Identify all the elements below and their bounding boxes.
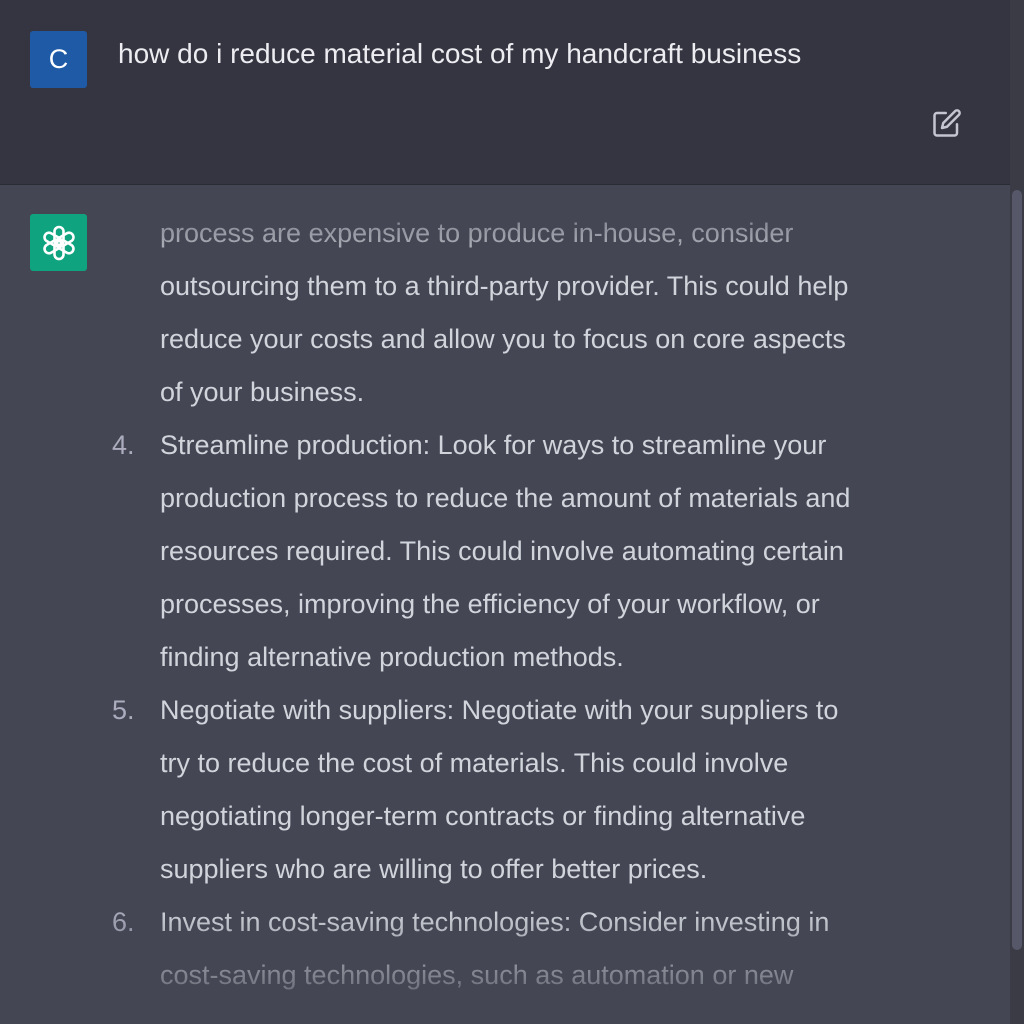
edit-icon	[933, 109, 961, 137]
list-item-number: 4.	[112, 430, 135, 460]
answer-line: try to reduce the cost of materials. Thi…	[160, 748, 789, 778]
assistant-message-row: process are expensive to produce in-hous…	[0, 185, 1010, 1024]
scrollbar-track[interactable]	[1010, 0, 1024, 1024]
scrollbar-thumb[interactable]	[1012, 190, 1022, 950]
answer-line: resources required. This could involve a…	[160, 536, 844, 566]
answer-line: processes, improving the efficiency of y…	[160, 589, 820, 619]
user-message-row: C how do i reduce material cost of my ha…	[0, 0, 1010, 185]
answer-line: negotiating longer-term contracts or fin…	[160, 801, 806, 831]
answer-line: of your business.	[160, 377, 365, 407]
answer-line: production process to reduce the amount …	[160, 483, 851, 513]
answer-line: outsourcing them to a third-party provid…	[160, 271, 849, 301]
answer-line: Invest in cost-saving technologies: Cons…	[160, 907, 830, 937]
answer-line: cost-saving technologies, such as automa…	[160, 960, 794, 990]
answer-line: reduce your costs and allow you to focus…	[160, 324, 846, 354]
answer-line: Negotiate with suppliers: Negotiate with…	[160, 695, 839, 725]
answer-line: Streamline production: Look for ways to …	[160, 430, 827, 460]
answer-line: finding alternative production methods.	[160, 642, 624, 672]
answer-line: process are expensive to produce in-hous…	[160, 218, 794, 248]
edit-message-button[interactable]	[930, 106, 964, 140]
user-avatar: C	[30, 31, 87, 88]
assistant-answer: process are expensive to produce in-hous…	[0, 207, 1000, 1024]
list-item-number: 6.	[112, 907, 135, 937]
answer-line: suppliers who are willing to offer bette…	[160, 854, 708, 884]
list-item-number: 5.	[112, 695, 135, 725]
user-prompt-text: how do i reduce material cost of my hand…	[118, 38, 802, 69]
